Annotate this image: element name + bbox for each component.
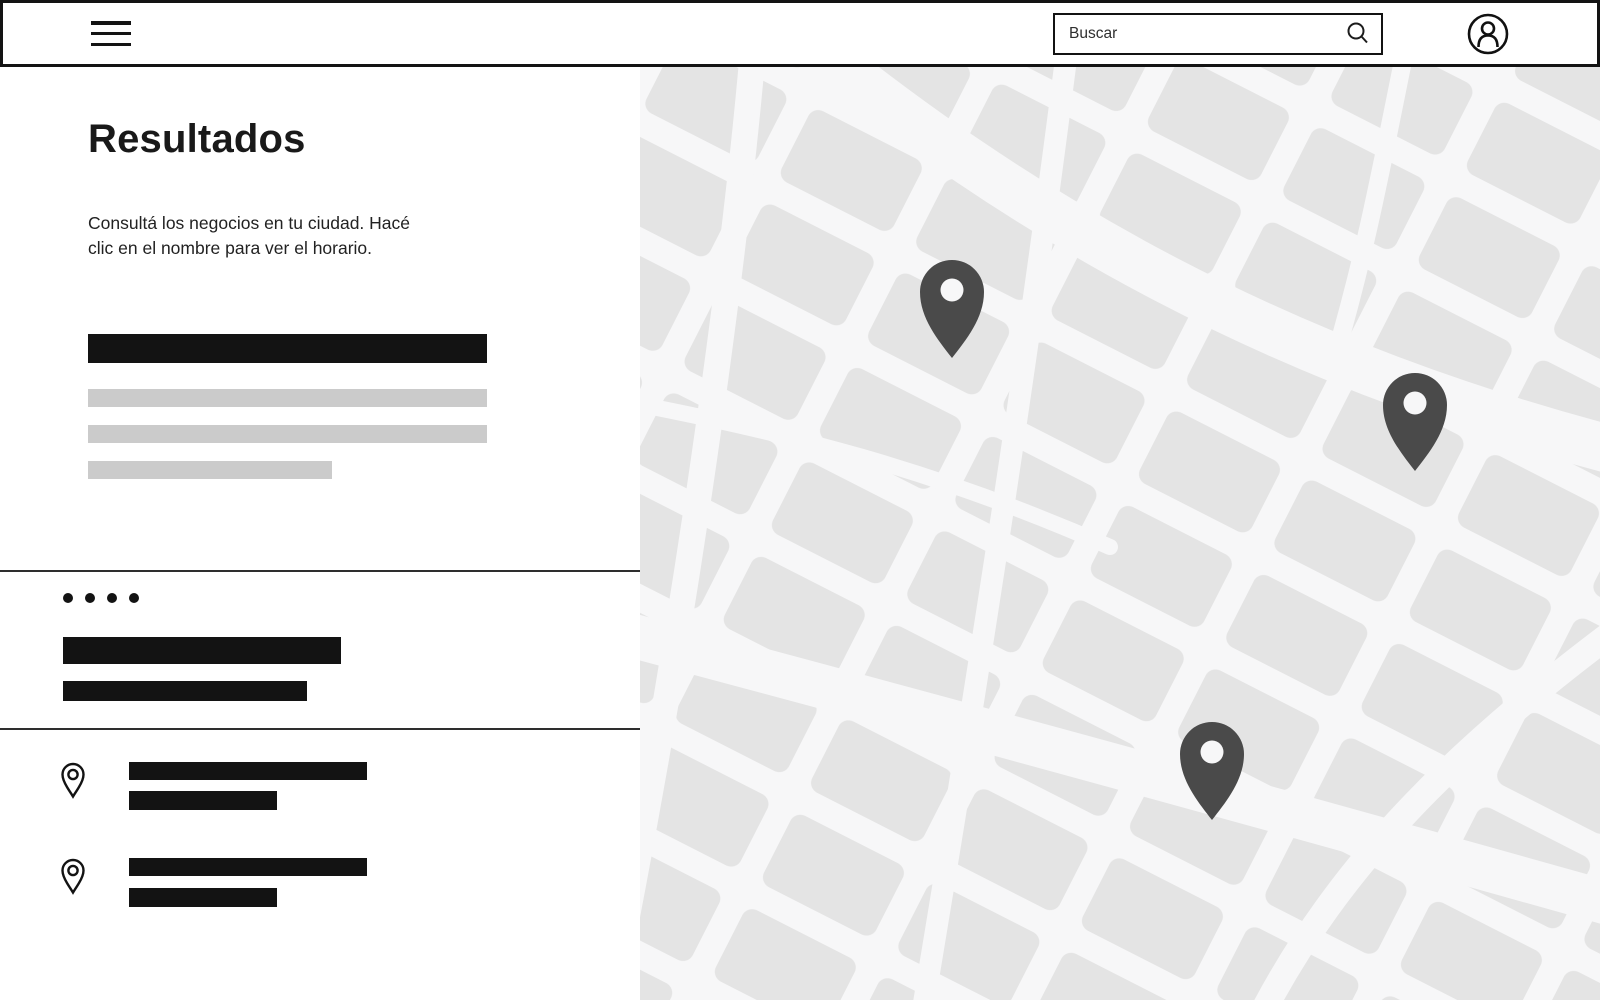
skeleton-bar-text <box>88 461 332 479</box>
hamburger-line <box>91 43 131 47</box>
description-line: clic en el nombre para ver el horario. <box>88 238 372 258</box>
page-title: Resultados <box>88 117 306 162</box>
skeleton-bar-text <box>88 389 487 407</box>
result-list-item[interactable] <box>0 858 640 928</box>
location-pin-icon <box>59 858 87 906</box>
hamburger-icon[interactable] <box>91 21 131 46</box>
skeleton-bar-detail <box>129 888 277 907</box>
result-list-item[interactable] <box>0 762 640 832</box>
dot[interactable] <box>107 593 117 603</box>
city-map[interactable] <box>640 67 1600 1000</box>
search-input[interactable] <box>1055 15 1345 53</box>
skeleton-bar-name <box>129 858 367 876</box>
skeleton-bar-heading <box>63 681 307 701</box>
page-description: Consultá los negocios en tu ciudad. Hacé… <box>88 211 410 261</box>
header-bar <box>0 0 1600 67</box>
pagination-dots[interactable] <box>63 593 139 603</box>
search-box[interactable] <box>1053 13 1383 55</box>
hamburger-line <box>91 32 131 36</box>
section-divider <box>0 728 640 730</box>
skeleton-bar-heading <box>63 637 341 664</box>
map-canvas[interactable] <box>640 67 1600 1000</box>
hamburger-line <box>91 21 131 25</box>
skeleton-bar-heading <box>88 334 487 363</box>
skeleton-bar-detail <box>129 791 277 810</box>
results-panel: Resultados Consultá los negocios en tu c… <box>0 67 640 1000</box>
description-line: Consultá los negocios en tu ciudad. Hacé <box>88 213 410 233</box>
page: Resultados Consultá los negocios en tu c… <box>0 0 1600 1000</box>
skeleton-bar-name <box>129 762 367 780</box>
section-divider <box>0 570 640 572</box>
dot[interactable] <box>63 593 73 603</box>
skeleton-bar-text <box>88 425 487 443</box>
search-icon[interactable] <box>1345 21 1371 47</box>
dot[interactable] <box>85 593 95 603</box>
location-pin-icon <box>59 762 87 810</box>
user-account-icon[interactable] <box>1465 11 1511 57</box>
dot[interactable] <box>129 593 139 603</box>
